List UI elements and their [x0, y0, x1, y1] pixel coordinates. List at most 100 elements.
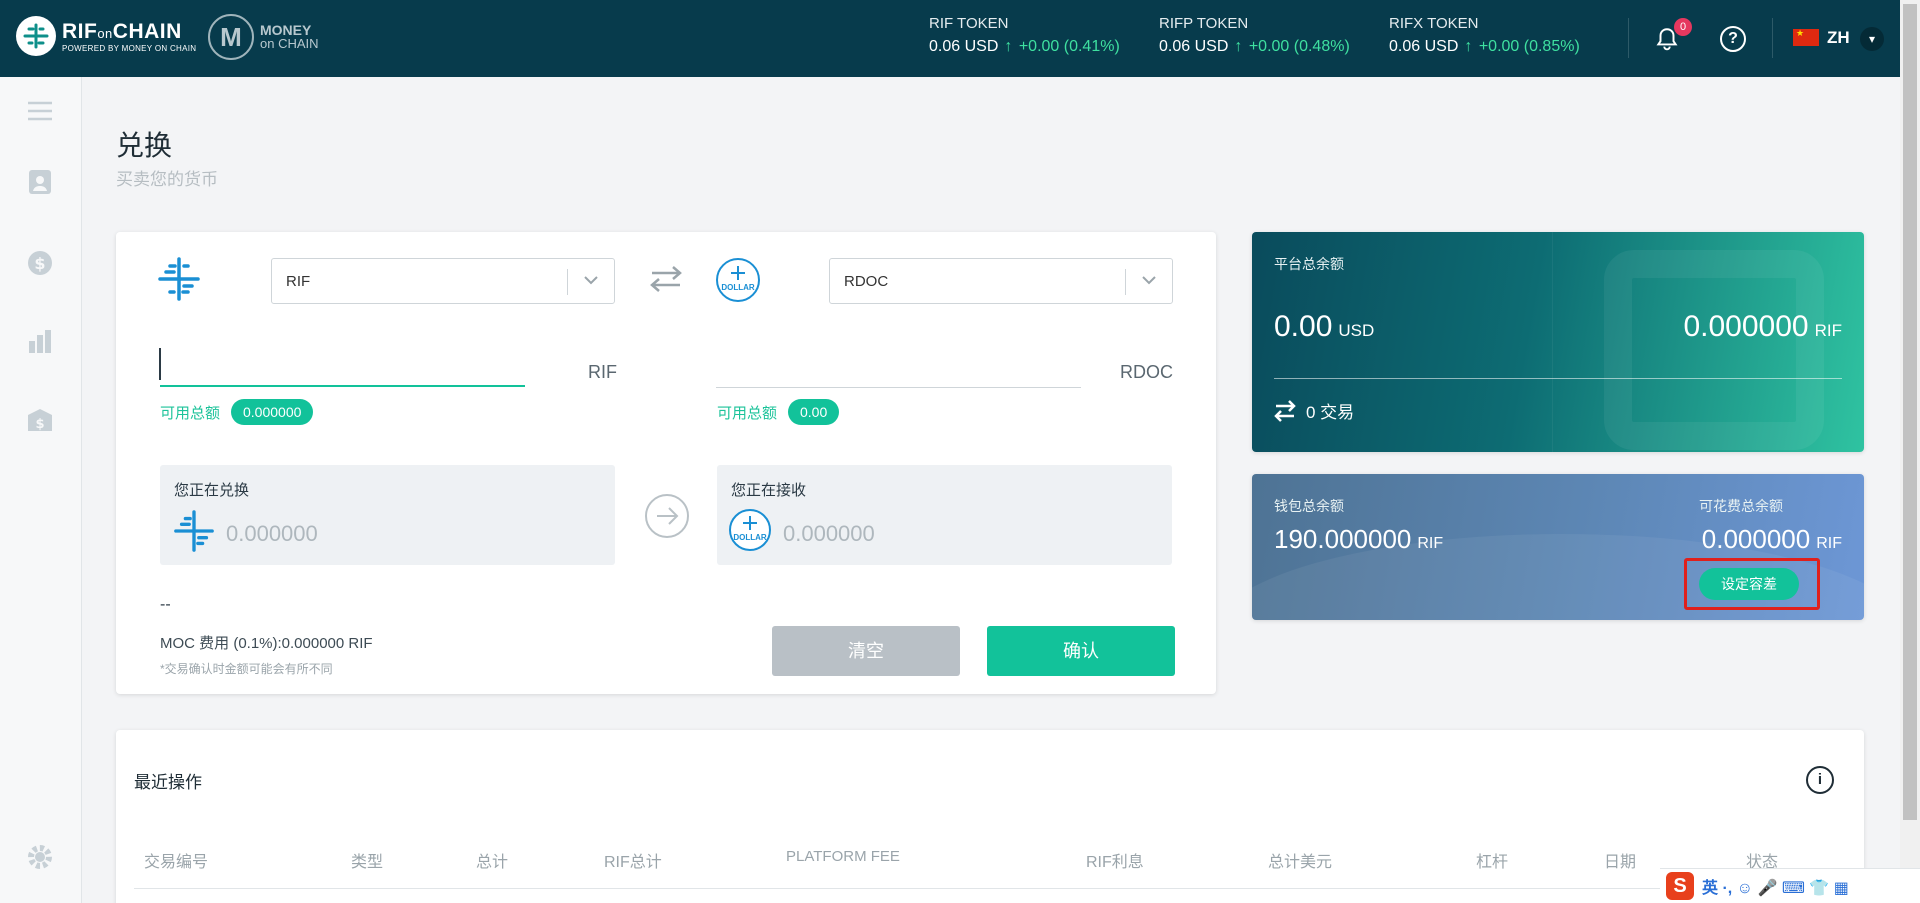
swap-arrows-icon	[1274, 399, 1296, 422]
ticker-change: +0.00 (0.41%)	[1018, 38, 1120, 55]
select-divider	[567, 269, 568, 295]
to-unit: RDOC	[1120, 362, 1173, 382]
ticker-name: RIFX TOKEN	[1389, 15, 1479, 32]
brand-tagline: POWERED BY MONEY ON CHAIN	[62, 43, 197, 53]
from-available-label: 可用总额	[160, 405, 221, 422]
rif-token-icon	[174, 510, 214, 552]
amount-note: *交易确认时金额可能会有所不同	[160, 662, 333, 676]
arrow-up-icon: ↑	[1234, 38, 1243, 55]
confirm-button[interactable]: 确认	[987, 626, 1175, 676]
exchanging-value: 0.000000	[226, 521, 318, 546]
column-header-tx-id[interactable]: 交易编号	[144, 848, 208, 872]
transaction-count: 0 交易	[1306, 403, 1355, 422]
column-header-date[interactable]: 日期	[1604, 848, 1636, 872]
gear-icon[interactable]	[26, 843, 54, 871]
to-amount-input[interactable]	[716, 387, 1081, 388]
receiving-panel: 您正在接收 DOLLAR 0.000000	[717, 465, 1172, 565]
receiving-value: 0.000000	[783, 521, 875, 546]
spendable-balance-unit: RIF	[1816, 535, 1842, 552]
column-header-usd-total[interactable]: 总计美元	[1268, 848, 1332, 872]
chevron-down-icon	[584, 276, 598, 285]
ticker-change: +0.00 (0.85%)	[1478, 38, 1580, 55]
china-flag-icon[interactable]	[1793, 28, 1819, 46]
ticker-rifp: RIFP TOKEN 0.06 USD ↑ +0.00 (0.48%)	[1159, 15, 1350, 56]
brand-chain: CHAIN	[112, 19, 182, 43]
ime-items[interactable]: 英 ·, ☺ 🎤 ⌨ 👕 ▦	[1702, 874, 1849, 898]
rate-placeholder: --	[160, 596, 171, 613]
wallet-balance-label: 钱包总余额	[1274, 498, 1344, 514]
select-divider	[1125, 269, 1126, 295]
brand2-line2: on CHAIN	[260, 36, 319, 51]
column-header-total[interactable]: 总计	[476, 848, 508, 872]
dollar-coin-icon[interactable]: $	[26, 249, 54, 277]
ime-toolbar[interactable]: S 英 ·, ☺ 🎤 ⌨ 👕 ▦	[1660, 868, 1920, 903]
divider	[134, 888, 1844, 889]
divider	[1772, 18, 1773, 58]
dollar-label: DOLLAR	[721, 283, 755, 292]
column-header-leverage[interactable]: 杠杆	[1476, 848, 1508, 872]
from-token-label: RIF	[286, 273, 311, 290]
language-label[interactable]: ZH	[1827, 28, 1850, 48]
platform-balance-card: 平台总余额 0.00 USD 0.000000 RIF 0 交易	[1252, 232, 1864, 452]
to-token-select[interactable]: RDOC	[829, 258, 1173, 304]
svg-text:$: $	[34, 254, 45, 273]
page-subtitle: 买卖您的货币	[116, 170, 218, 189]
ticker-rifx: RIFX TOKEN 0.06 USD ↑ +0.00 (0.85%)	[1389, 15, 1580, 56]
platform-usd-unit: USD	[1338, 321, 1375, 340]
column-header-rif-total[interactable]: RIF总计	[604, 848, 662, 872]
from-unit: RIF	[588, 362, 617, 382]
svg-text:$: $	[35, 417, 44, 432]
vertical-scrollbar[interactable]	[1900, 0, 1920, 903]
chevron-down-icon[interactable]: ▾	[1860, 27, 1884, 51]
platform-usd-value: 0.00	[1274, 310, 1333, 343]
spendable-balance-label: 可花费总余额	[1699, 498, 1783, 514]
from-token-select[interactable]: RIF	[271, 258, 615, 304]
platform-balance-label: 平台总余额	[1274, 256, 1344, 272]
sogou-ime-icon[interactable]: S	[1666, 872, 1694, 900]
divider	[1628, 18, 1629, 58]
moc-logo-icon: M	[208, 14, 254, 60]
arrow-up-icon: ↑	[1464, 38, 1473, 55]
column-header-type[interactable]: 类型	[351, 848, 383, 872]
dollar-token-icon: DOLLAR	[716, 258, 760, 302]
exchange-card: RIF DOLLAR RDOC RIF RDOC 可用总额 0.000000 可…	[116, 232, 1216, 694]
info-icon[interactable]: i	[1806, 766, 1834, 794]
spendable-balance-value: 0.000000	[1701, 524, 1811, 554]
brand-on: on	[97, 25, 113, 41]
money-on-chain-logo[interactable]: M MONEY on CHAIN	[208, 14, 319, 60]
rif-token-icon	[158, 257, 200, 301]
arrow-right-icon	[645, 494, 689, 538]
from-amount-input[interactable]	[159, 348, 161, 380]
ticker-rif: RIF TOKEN 0.06 USD ↑ +0.00 (0.41%)	[929, 15, 1120, 56]
column-header-platform-fee[interactable]: PLATFORM FEE	[786, 848, 900, 865]
chevron-down-icon	[1142, 276, 1156, 285]
ticker-name: RIFP TOKEN	[1159, 15, 1249, 32]
highlight-box	[1684, 558, 1820, 610]
receiving-label: 您正在接收	[731, 482, 807, 499]
rif-on-chain-logo[interactable]: RIFonCHAIN POWERED BY MONEY ON CHAIN	[16, 16, 196, 56]
from-available-badge[interactable]: 0.000000	[231, 399, 314, 425]
bar-chart-icon[interactable]	[26, 327, 54, 355]
brand2-line1: MONEY	[260, 22, 312, 38]
swap-arrows-icon[interactable]	[648, 264, 684, 294]
column-header-rif-interest[interactable]: RIF利息	[1086, 848, 1144, 872]
help-icon[interactable]: ?	[1720, 26, 1746, 52]
to-available-badge[interactable]: 0.00	[788, 399, 840, 425]
moc-fee: MOC 费用 (0.1%):0.000000 RIF	[160, 635, 373, 652]
exchanging-panel: 您正在兑换 0.000000	[160, 465, 615, 565]
clear-button[interactable]: 清空	[772, 626, 960, 676]
ticker-price: 0.06 USD	[1159, 38, 1229, 55]
ticker-name: RIF TOKEN	[929, 15, 1009, 32]
recent-operations-card: 最近操作 i 交易编号 类型 总计 RIF总计 PLATFORM FEE RIF…	[116, 730, 1864, 903]
dollar-label: DOLLAR	[733, 533, 767, 542]
clipboard-user-icon[interactable]	[26, 167, 54, 195]
scrollbar-thumb[interactable]	[1903, 4, 1917, 820]
dollar-token-icon: DOLLAR	[729, 509, 771, 551]
menu-icon[interactable]	[26, 97, 54, 125]
card-decoration	[1552, 232, 1553, 452]
exchanging-label: 您正在兑换	[174, 482, 250, 499]
from-amount-underline	[160, 385, 525, 387]
to-available-label: 可用总额	[717, 405, 778, 422]
recent-operations-title: 最近操作	[134, 773, 202, 792]
money-box-icon[interactable]: $	[26, 407, 54, 435]
